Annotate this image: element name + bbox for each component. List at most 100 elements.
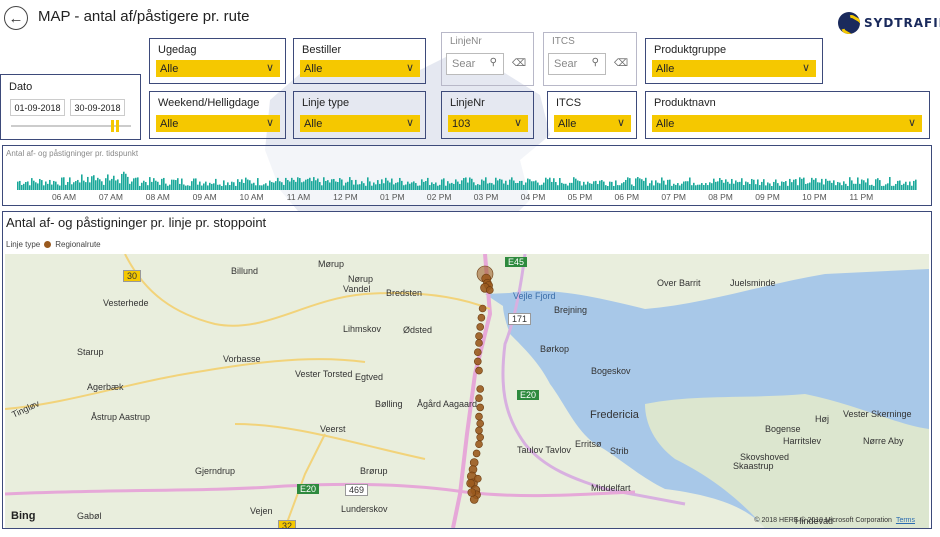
stop-marker[interactable] [475,332,483,340]
stop-marker[interactable] [477,313,486,322]
timeline-bar [291,177,293,190]
linjenr-search-input[interactable]: Sear ⚲ [446,53,504,75]
timeline-bar [151,181,153,190]
stop-marker[interactable] [476,433,485,442]
timeline-bar [127,176,129,190]
timeline-bar [77,179,79,190]
ugedag-dropdown[interactable]: Alle ∨ [156,60,280,77]
timeline-bar [91,176,93,190]
stop-marker[interactable] [473,474,482,483]
timeline-bar [375,184,377,190]
timeline-bar [693,182,695,190]
timeline-bar [765,185,767,190]
timeline-bar [17,181,19,190]
timeline-bar [395,182,397,190]
eraser-icon[interactable]: ⌫ [614,58,628,69]
timeline-bar [813,179,815,190]
timeline-bar [81,174,83,190]
stop-marker[interactable] [485,286,494,294]
stop-marker[interactable] [476,385,485,393]
timeline-bar [167,185,169,190]
timeline-bar [87,176,89,190]
timeline-bar [223,180,225,190]
timeline-bar [893,185,895,190]
produktgruppe-dropdown[interactable]: Alle ∨ [652,60,816,77]
timeline-bar [233,182,235,190]
timeline-bar [695,185,697,190]
timeline-bar [865,182,867,190]
timeline-bar [97,177,99,190]
stop-marker[interactable] [473,348,482,356]
eraser-icon[interactable]: ⌫ [512,58,526,69]
itcs-search-input[interactable]: Sear ⚲ [548,53,606,75]
stop-marker[interactable] [475,426,483,435]
timeline-bar [527,178,529,190]
linjenr-dropdown[interactable]: 103 ∨ [448,115,528,132]
timeline-bar [531,181,533,190]
timeline-bar [793,179,795,190]
stop-marker[interactable] [478,304,487,313]
stop-marker[interactable] [476,419,485,428]
produktgruppe-slicer: Produktgruppe Alle ∨ [645,38,823,84]
timeline-bar [679,185,681,190]
stop-marker[interactable] [475,339,483,347]
stop-marker[interactable] [475,366,483,375]
produktnavn-dropdown[interactable]: Alle ∨ [652,115,922,132]
stop-marker[interactable] [476,403,485,412]
timeline-bar [871,184,873,190]
bing-map[interactable]: Billund Mørup Nørup Bredsten Vandel Vest… [5,254,929,528]
timeline-bar [271,182,273,190]
back-arrow-icon: ← [8,9,24,27]
timeline-bar [427,177,429,190]
timeline-bar [79,182,81,190]
date-slider-handle-end[interactable] [116,120,119,132]
timeline-bar [701,183,703,190]
back-button[interactable]: ← [4,6,28,30]
timeline-bar [785,181,787,190]
stop-marker[interactable] [475,440,483,448]
timeline-bar [497,180,499,190]
timeline-bar [847,185,849,190]
timeline-bars[interactable] [17,164,917,190]
chevron-down-icon: ∨ [801,62,810,74]
timeline-bar [393,184,395,190]
weekend-dropdown[interactable]: Alle ∨ [156,115,280,132]
stop-markers[interactable] [5,254,929,528]
timeline-bar [515,182,517,190]
date-end-input[interactable]: 30-09-2018 [70,99,125,116]
timeline-bar [489,182,491,190]
stop-marker[interactable] [475,412,483,421]
timeline-bar [137,177,139,190]
timeline-bar [37,183,39,190]
stop-marker[interactable] [466,479,475,488]
stop-marker[interactable] [473,357,482,366]
timeline-bar [207,185,209,190]
timeline-bar [117,179,119,190]
timeline-bar [715,181,717,190]
timeline-bar [861,179,863,190]
timeline-bar [453,183,455,190]
stop-marker[interactable] [467,488,477,497]
date-slider-handle-start[interactable] [111,120,114,132]
stop-marker[interactable] [476,323,485,331]
terms-link[interactable]: Terms [896,517,915,524]
timeline-bar [105,178,107,190]
sydtrafik-logo: SYDTRAFIK [838,10,940,36]
timeline-bar [507,184,509,190]
itcs-dropdown[interactable]: Alle ∨ [554,115,631,132]
timeline-bar [875,179,877,190]
timeline-bar [129,183,131,190]
linjetype-dropdown[interactable]: Alle ∨ [300,115,420,132]
timeline-bar [115,180,117,190]
timeline-bar [401,180,403,190]
timeline-bar [381,179,383,190]
timeline-bar [889,177,891,190]
timeline-bar [713,178,715,190]
stop-marker[interactable] [475,394,483,402]
bestiller-dropdown[interactable]: Alle ∨ [300,60,420,77]
date-start-input[interactable]: 01-09-2018 [10,99,65,116]
timeline-bar [463,178,465,190]
stop-marker[interactable] [472,449,481,458]
bestiller-slicer: Bestiller Alle ∨ [293,38,426,84]
timeline-bar [69,177,71,190]
